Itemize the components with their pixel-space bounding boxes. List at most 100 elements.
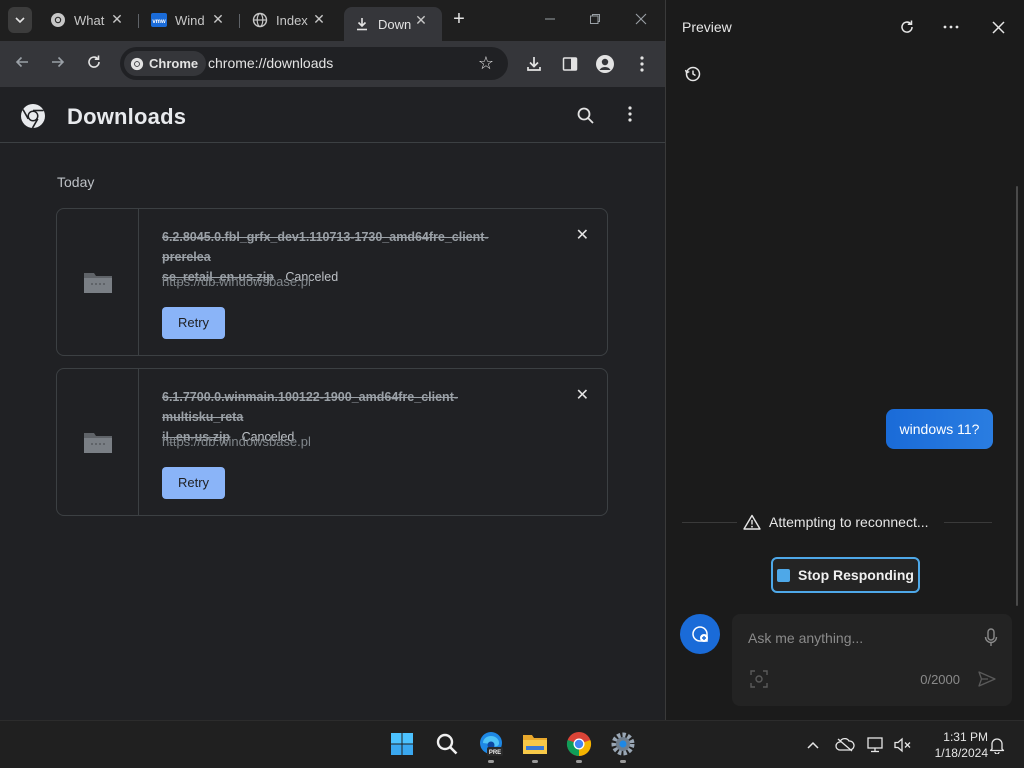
tab-what[interactable]: What ✕ [40, 7, 138, 33]
reload-button[interactable] [81, 51, 107, 77]
network-tray-button[interactable] [866, 735, 886, 755]
download-source-url[interactable]: https://db.windowsbase.pl [162, 434, 311, 449]
edge-preview-app[interactable]: PRE [476, 729, 506, 759]
more-horizontal-icon [943, 25, 959, 29]
close-tab-icon[interactable]: ✕ [108, 10, 126, 28]
running-indicator [488, 760, 494, 763]
more-options-button[interactable] [940, 16, 962, 38]
file-icon-column [57, 209, 139, 355]
stop-responding-button[interactable]: Stop Responding [771, 557, 920, 593]
chrome-icon [566, 732, 592, 757]
tab-wind[interactable]: vmw Wind ✕ [141, 7, 239, 33]
history-icon[interactable] [683, 64, 703, 84]
file-explorer-app[interactable] [520, 729, 550, 759]
svg-text:vmw: vmw [152, 19, 166, 25]
chrome-icon [50, 12, 66, 28]
back-button[interactable] [9, 51, 35, 77]
more-vertical-icon [628, 106, 632, 122]
date-section-label: Today [57, 174, 95, 190]
running-indicator [532, 760, 538, 763]
search-icon [436, 733, 458, 755]
downloads-menu-button[interactable] [618, 103, 642, 129]
file-icon-column [57, 369, 139, 515]
more-vertical-icon [640, 56, 644, 72]
new-tab-button[interactable]: + [448, 9, 470, 31]
site-info-chip[interactable]: Chrome [124, 51, 207, 76]
stop-icon [777, 568, 791, 582]
download-item: 6.1.7700.0.winmain.100122-1900_amd64fre_… [56, 368, 608, 516]
arrow-right-icon [52, 56, 65, 68]
chrome-app[interactable] [564, 729, 594, 759]
forward-button[interactable] [45, 51, 71, 77]
onedrive-tray-button[interactable] [835, 735, 855, 755]
refresh-button[interactable] [896, 16, 918, 38]
chevron-up-icon [807, 741, 819, 749]
system-clock[interactable]: 1:31 PM 1/18/2024 [918, 729, 988, 761]
taskbar-search-button[interactable] [432, 729, 462, 759]
tab-title: Index [276, 12, 308, 28]
panel-scrollbar[interactable] [1016, 186, 1018, 606]
browser-menu-button[interactable] [629, 51, 655, 77]
retry-button[interactable]: Retry [162, 467, 225, 499]
tab-separator [138, 14, 139, 28]
close-panel-button[interactable] [987, 16, 1009, 38]
show-hidden-icons-button[interactable] [803, 735, 823, 755]
downloads-button[interactable] [521, 51, 547, 77]
vmware-icon: vmw [151, 12, 167, 28]
desktop: What ✕ vmw Wind ✕ Index ✕ Down ✕ + Chrom… [0, 0, 1024, 768]
close-icon [635, 13, 647, 25]
close-tab-icon[interactable]: ✕ [209, 10, 227, 28]
taskbar: PRE 1:31 PM 1/18/2024 [0, 720, 1024, 768]
volume-tray-button[interactable] [893, 735, 913, 755]
minimize-button[interactable] [527, 8, 573, 32]
avatar-icon [596, 55, 614, 73]
file-explorer-icon [523, 735, 547, 754]
new-chat-icon [692, 626, 708, 642]
tab-index[interactable]: Index ✕ [242, 7, 340, 33]
search-icon[interactable] [573, 103, 599, 129]
remove-download-icon[interactable]: ✕ [576, 225, 589, 245]
user-message-bubble: windows 11? [886, 409, 993, 449]
download-source-url[interactable]: https://db.windowsbase.pl [162, 274, 311, 289]
globe-icon [252, 12, 268, 28]
remove-download-icon[interactable]: ✕ [576, 385, 589, 405]
chat-composer: Ask me anything... 0/2000 [732, 614, 1012, 706]
tab-downloads[interactable]: Down ✕ [344, 7, 442, 41]
tab-title: What [74, 12, 105, 28]
character-count: 0/2000 [920, 672, 960, 687]
send-icon[interactable] [978, 670, 996, 688]
tab-search-button[interactable] [8, 7, 32, 33]
side-panel-button[interactable] [557, 51, 583, 77]
browser-window: What ✕ vmw Wind ✕ Index ✕ Down ✕ + Chrom… [0, 0, 665, 720]
warning-icon [743, 514, 761, 530]
windows-start-icon [391, 733, 413, 755]
network-icon [867, 737, 883, 753]
notifications-button[interactable] [987, 735, 1007, 755]
divider [682, 522, 737, 523]
image-search-icon[interactable] [750, 670, 768, 688]
panel-title: Preview [682, 19, 732, 35]
retry-button[interactable]: Retry [162, 307, 225, 339]
address-bar[interactable]: Chrome chrome://downloads ☆ [120, 47, 508, 80]
divider [944, 522, 992, 523]
close-icon [991, 20, 1005, 34]
new-topic-button[interactable] [680, 614, 720, 654]
url-text[interactable]: chrome://downloads [208, 55, 333, 71]
settings-app[interactable] [608, 729, 638, 759]
start-button[interactable] [387, 729, 417, 759]
close-window-button[interactable] [618, 8, 664, 32]
profile-button[interactable] [592, 51, 618, 77]
page-title: Downloads [67, 104, 187, 129]
chat-input[interactable]: Ask me anything... [748, 630, 863, 646]
download-icon [527, 57, 541, 71]
bookmark-star-icon[interactable]: ☆ [478, 53, 494, 74]
bell-icon [989, 738, 1005, 754]
reload-icon [88, 55, 100, 68]
close-tab-icon[interactable]: ✕ [310, 10, 328, 28]
close-tab-icon[interactable]: ✕ [412, 11, 430, 29]
tab-title: Down [378, 16, 412, 32]
microphone-icon[interactable] [984, 628, 998, 648]
preview-panel: Preview windows 11? Attempting to reconn… [665, 0, 1024, 720]
chevron-down-icon [15, 17, 25, 24]
maximize-button[interactable] [572, 8, 618, 32]
